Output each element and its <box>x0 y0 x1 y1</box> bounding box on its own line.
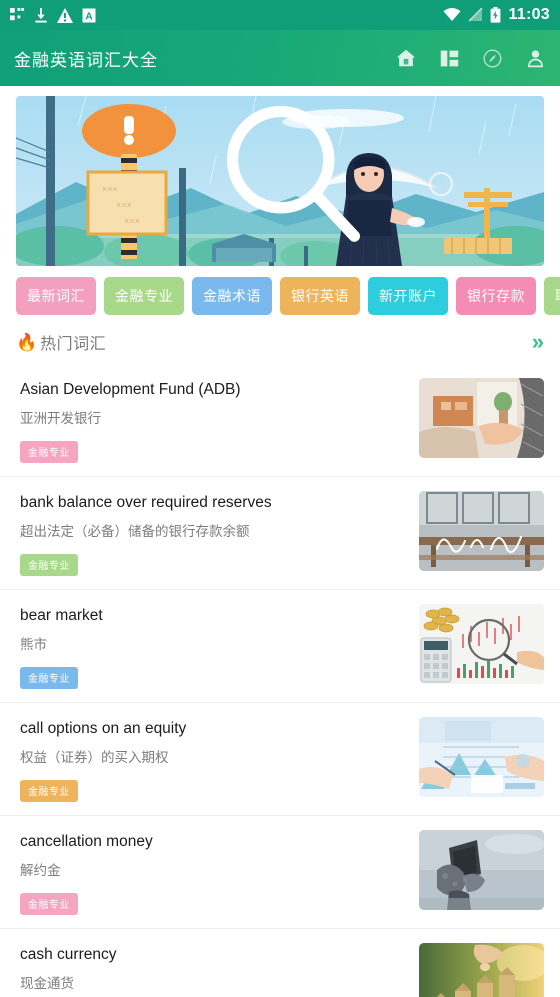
term-english: cash currency <box>20 945 117 963</box>
category-chip[interactable]: 银行存款 <box>456 277 536 315</box>
double-chevron-right-icon[interactable]: » <box>532 331 544 353</box>
home-icon[interactable] <box>395 47 417 69</box>
category-chip[interactable]: 银行英语 <box>280 277 360 315</box>
category-chip[interactable]: 新开账户 <box>368 277 448 315</box>
app-title: 金融英语词汇大全 <box>14 50 158 70</box>
term-english: bear market <box>20 606 103 624</box>
thumbnail <box>419 603 544 684</box>
category-tag: 金融专业 <box>20 666 78 689</box>
battery-charging-icon <box>491 7 501 23</box>
thumbnail <box>419 490 544 571</box>
chip-label: 最新词汇 <box>27 288 85 304</box>
term-english: bank balance over required reserves <box>20 493 272 511</box>
chip-label: 银行存款 <box>467 288 525 304</box>
hot-words-header: 🔥 热门词汇 » <box>0 326 560 364</box>
category-chip[interactable]: 金融术语 <box>192 277 272 315</box>
category-chip-row[interactable]: 最新词汇 金融专业 金融术语 银行英语 新开账户 银行存款 取款结余 支 <box>0 266 560 326</box>
layout-grid-icon[interactable] <box>439 48 460 69</box>
thumbnail <box>419 829 544 910</box>
term-english: Asian Development Fund (ADB) <box>20 381 241 398</box>
chip-label: 取款结余 <box>555 286 560 306</box>
chip-label: 金融专业 <box>115 288 173 304</box>
list-item-text: bank balance over required reserves 超出法定… <box>20 491 407 576</box>
category-chip[interactable]: 取款结余 <box>544 277 560 315</box>
term-chinese: 权益（证券）的买入期权 <box>20 750 169 766</box>
status-bar-left-icons: A <box>10 7 96 23</box>
thumbnail <box>419 378 544 458</box>
list-item-text: call options on an equity 权益（证券）的买入期权 金融… <box>20 717 407 802</box>
list-item-text: cash currency 现金通货 金融专业 <box>20 943 407 997</box>
category-tag: 金融专业 <box>20 553 78 576</box>
signal-icon <box>468 8 483 22</box>
vocabulary-list: Asian Development Fund (ADB) 亚洲开发银行 金融专业 <box>0 364 560 997</box>
warning-triangle-icon <box>57 7 73 23</box>
category-chip[interactable]: 金融专业 <box>104 277 184 315</box>
boxed-a-icon: A <box>82 8 96 22</box>
banner-section: ××× ××× ××× <box>0 86 560 266</box>
list-item[interactable]: cancellation money 解约金 金融专业 <box>0 816 560 929</box>
app-bar: 金融英语词汇大全 <box>0 30 560 86</box>
svg-text:A: A <box>85 11 92 22</box>
chip-label: 金融术语 <box>203 288 261 304</box>
section-title: 热门词汇 <box>40 336 107 353</box>
list-item[interactable]: bank balance over required reserves 超出法定… <box>0 477 560 590</box>
status-bar-right-icons: 11:03 <box>443 6 550 24</box>
chip-label: 新开账户 <box>379 288 437 304</box>
list-item-text: cancellation money 解约金 金融专业 <box>20 830 407 915</box>
term-english: call options on an equity <box>20 719 187 737</box>
term-chinese: 超出法定（必备）储备的银行存款余额 <box>20 524 250 540</box>
list-item[interactable]: call options on an equity 权益（证券）的买入期权 金融… <box>0 703 560 816</box>
thumbnail <box>419 942 544 997</box>
term-chinese: 熊市 <box>20 637 47 653</box>
compass-icon[interactable] <box>482 48 503 69</box>
list-item[interactable]: Asian Development Fund (ADB) 亚洲开发银行 金融专业 <box>0 364 560 477</box>
thumbnail <box>419 716 544 797</box>
category-chip[interactable]: 最新词汇 <box>16 277 96 315</box>
account-icon[interactable] <box>525 48 546 69</box>
flame-icon: 🔥 <box>16 332 38 352</box>
list-item-text: bear market 熊市 金融专业 <box>20 604 407 689</box>
category-tag: 金融专业 <box>20 892 78 915</box>
status-bar: A 11:03 <box>0 0 560 30</box>
wifi-icon <box>443 8 461 21</box>
term-english: cancellation money <box>20 832 153 850</box>
list-item-text: Asian Development Fund (ADB) 亚洲开发银行 金融专业 <box>20 378 407 463</box>
search-icon[interactable] <box>28 96 544 256</box>
download-icon <box>35 7 47 23</box>
hero-banner[interactable]: ××× ××× ××× <box>16 96 544 266</box>
app-bar-actions <box>395 47 546 69</box>
category-tag: 金融专业 <box>20 779 78 802</box>
status-bar-clock: 11:03 <box>508 6 550 23</box>
term-chinese: 亚洲开发银行 <box>20 411 101 427</box>
term-chinese: 解约金 <box>20 863 61 879</box>
qr-grid-icon <box>10 7 25 20</box>
term-chinese: 现金通货 <box>20 975 74 991</box>
category-tag: 金融专业 <box>20 440 78 463</box>
list-item[interactable]: cash currency 现金通货 金融专业 <box>0 929 560 997</box>
chip-label: 银行英语 <box>291 288 349 304</box>
list-item[interactable]: bear market 熊市 金融专业 <box>0 590 560 703</box>
